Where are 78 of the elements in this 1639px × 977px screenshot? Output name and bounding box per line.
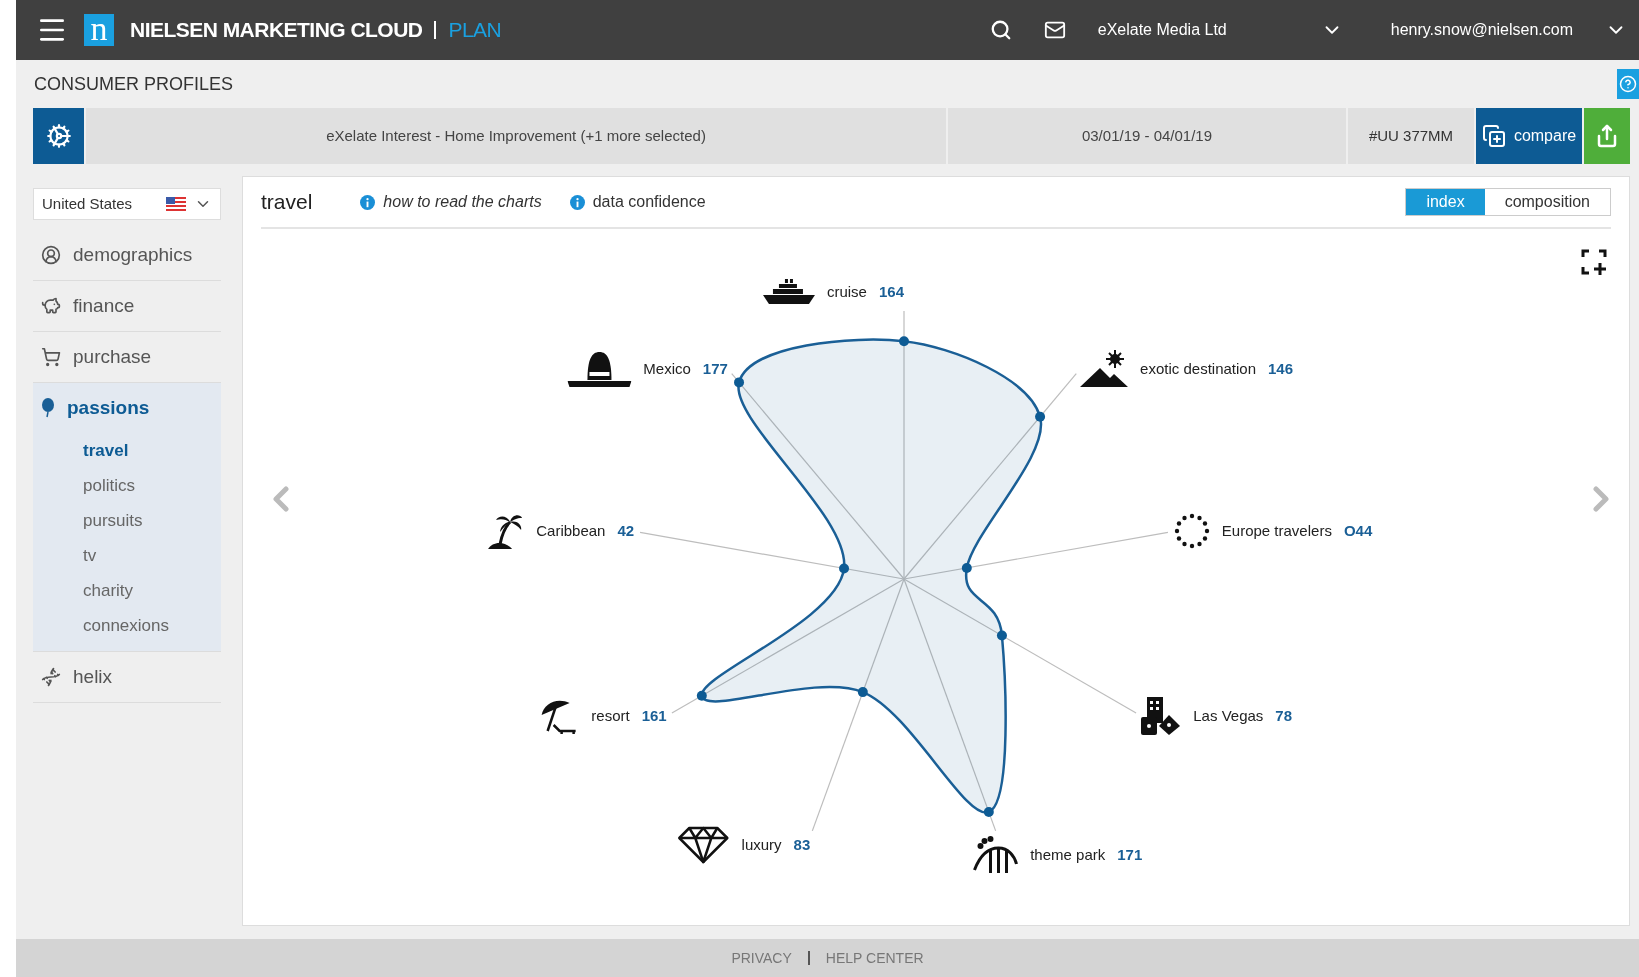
info-icon	[360, 194, 376, 210]
balloon-icon	[41, 398, 55, 418]
axis-value: O44	[1343, 521, 1373, 542]
data-point	[1035, 411, 1046, 422]
axis-value: 164	[878, 281, 904, 302]
axis-label: Las Vegas	[1193, 705, 1264, 726]
data-point	[839, 563, 850, 574]
share-button[interactable]	[1584, 108, 1630, 164]
panel-title: travel	[261, 189, 313, 216]
data-point	[899, 336, 909, 347]
axis-value: 177	[702, 358, 728, 379]
diamond-icon	[677, 826, 730, 865]
mountain-sun-icon	[1080, 350, 1129, 389]
sidebar-subitem[interactable]: pursuits	[33, 503, 221, 538]
sidebar-item[interactable]: finance	[33, 281, 221, 331]
axis-label: Mexico	[643, 358, 691, 379]
sidebar-item[interactable]: passions	[33, 383, 221, 433]
cart-icon	[41, 347, 61, 367]
help-button[interactable]	[1617, 69, 1639, 99]
axis-value: 78	[1275, 705, 1293, 726]
axis-label: Europe travelers	[1221, 521, 1332, 542]
country-dropdown[interactable]: United States	[33, 188, 221, 220]
axis-value: 146	[1268, 358, 1294, 379]
account-dropdown[interactable]: eXelate Media Ltd	[1097, 18, 1343, 42]
brand-name: NIELSEN MARKETING CLOUD	[130, 17, 423, 44]
sidebar-subitem[interactable]: politics	[33, 468, 221, 503]
share-icon	[1595, 124, 1619, 148]
expand-icon[interactable]	[1581, 249, 1607, 275]
date-range-field[interactable]: 03/01/19 - 04/01/19	[948, 108, 1346, 164]
star-ring-icon	[1173, 513, 1210, 550]
info-icon	[569, 194, 585, 210]
palm-island-icon	[488, 512, 525, 551]
piggy-bank-icon	[41, 296, 61, 316]
data-point	[996, 630, 1007, 641]
axis-value: 83	[793, 835, 811, 856]
help-link[interactable]: data confidence	[592, 190, 706, 214]
settings-button[interactable]	[33, 108, 84, 164]
sombrero-icon	[567, 350, 632, 389]
page-title: CONSUMER PROFILES	[34, 72, 234, 96]
mail-icon[interactable]	[1043, 19, 1066, 41]
gears-icon	[45, 123, 72, 149]
axis-label: theme park	[1030, 845, 1106, 866]
sidebar-subitem[interactable]: connexions	[33, 608, 221, 643]
axis-value: 171	[1117, 845, 1143, 866]
axis-label: exotic destination	[1140, 358, 1256, 379]
sidebar-subitem[interactable]: travel	[33, 433, 221, 468]
flag-icon	[166, 197, 186, 211]
sidebar-item[interactable]: purchase	[33, 332, 221, 382]
axis-value: 42	[617, 521, 635, 542]
compare-icon	[1481, 124, 1506, 148]
sidebar-item[interactable]: helix	[33, 652, 221, 702]
data-point	[696, 690, 707, 701]
user-circle-icon	[41, 245, 61, 265]
segment-field[interactable]: eXelate Interest - Home Improvement (+1 more selected)	[86, 108, 946, 164]
data-point	[961, 562, 972, 573]
dna-icon	[41, 667, 61, 687]
axis-label: luxury	[741, 835, 782, 856]
search-icon[interactable]	[989, 19, 1012, 41]
logo: n	[84, 14, 114, 46]
audience-count: #UU 377MM	[1348, 108, 1474, 164]
axis-value: 161	[641, 705, 667, 726]
axis-label: Caribbean	[536, 521, 606, 542]
product-name: PLAN	[448, 17, 502, 44]
sidebar-item[interactable]: demographics	[33, 230, 221, 280]
axis-label: resort	[591, 705, 630, 726]
buildings-dice-icon	[1141, 697, 1182, 735]
roller-coaster-icon	[972, 836, 1019, 875]
sidebar-subitem[interactable]: charity	[33, 573, 221, 608]
data-point	[857, 687, 868, 698]
ship-icon	[762, 279, 815, 305]
data-point	[983, 807, 994, 817]
help-icon	[1619, 75, 1637, 93]
user-dropdown[interactable]: henry.snow@nielsen.com	[1390, 18, 1627, 42]
help-link[interactable]: how to read the charts	[383, 190, 542, 214]
data-point	[734, 377, 745, 388]
axis-label: cruise	[826, 281, 867, 302]
compare-button[interactable]: compare	[1476, 108, 1582, 164]
sidebar-subitem[interactable]: tv	[33, 538, 221, 573]
